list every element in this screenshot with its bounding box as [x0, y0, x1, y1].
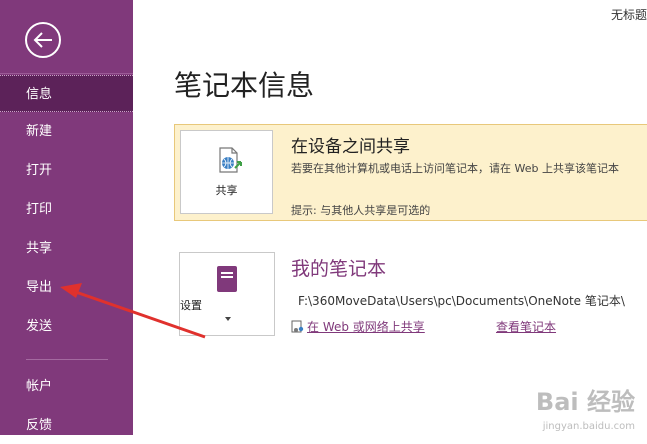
- sidebar-item-info[interactable]: 信息: [0, 75, 133, 112]
- notebook-settings-button[interactable]: 设置: [179, 252, 275, 336]
- notebook-path: F:\360MoveData\Users\pc\Documents\OneNot…: [298, 294, 625, 308]
- notebook-icon: [217, 266, 237, 292]
- sidebar-item-new[interactable]: 新建: [0, 113, 133, 150]
- watermark-logo: Bai 经验: [535, 388, 635, 416]
- sidebar-separator: [26, 359, 108, 360]
- sidebar-item-print[interactable]: 打印: [0, 191, 133, 228]
- sidebar-item-send[interactable]: 发送: [0, 308, 133, 345]
- back-button[interactable]: [25, 22, 61, 58]
- share-people-icon: [291, 320, 304, 332]
- share-on-web-link[interactable]: 在 Web 或网络上共享: [291, 318, 425, 335]
- sidebar-item-export[interactable]: 导出: [0, 269, 133, 306]
- share-button-label: 共享: [215, 184, 238, 197]
- sidebar-item-open[interactable]: 打开: [0, 152, 133, 189]
- share-description: 若要在其他计算机或电话上访问笔记本，请在 Web 上共享该笔记本: [291, 162, 619, 175]
- watermark-url: jingyan.baidu.com: [542, 421, 635, 432]
- sidebar-item-share[interactable]: 共享: [0, 230, 133, 267]
- settings-button-label: 设置: [180, 299, 202, 312]
- sidebar-item-account[interactable]: 帐户: [0, 368, 133, 405]
- share-across-devices-panel: 共享 在设备之间共享 若要在其他计算机或电话上访问笔记本，请在 Web 上共享该…: [174, 124, 647, 221]
- page-title: 笔记本信息: [174, 69, 315, 102]
- share-heading: 在设备之间共享: [291, 137, 410, 157]
- share-hint: 提示: 与其他人共享是可选的: [291, 204, 431, 217]
- chevron-down-icon: [225, 317, 231, 321]
- back-arrow-icon: [33, 32, 52, 48]
- backstage-sidebar: 信息 新建 打开 打印 共享 导出 发送 帐户 反馈: [0, 0, 133, 435]
- main-content: 无标题 笔记本信息 共享 在设备之间共享 若要在其他计算机或电话上访问笔记本，请…: [133, 0, 647, 435]
- share-button[interactable]: 共享: [180, 130, 273, 214]
- sidebar-divider-top: [0, 73, 133, 74]
- window-title: 无标题: [610, 8, 647, 22]
- notebook-title: 我的笔记本: [291, 258, 387, 280]
- sidebar-item-feedback[interactable]: 反馈: [0, 407, 133, 444]
- view-notebook-link[interactable]: 查看笔记本: [496, 318, 556, 335]
- share-on-web-link-label: 在 Web 或网络上共享: [307, 320, 425, 334]
- share-globe-icon: [219, 147, 242, 173]
